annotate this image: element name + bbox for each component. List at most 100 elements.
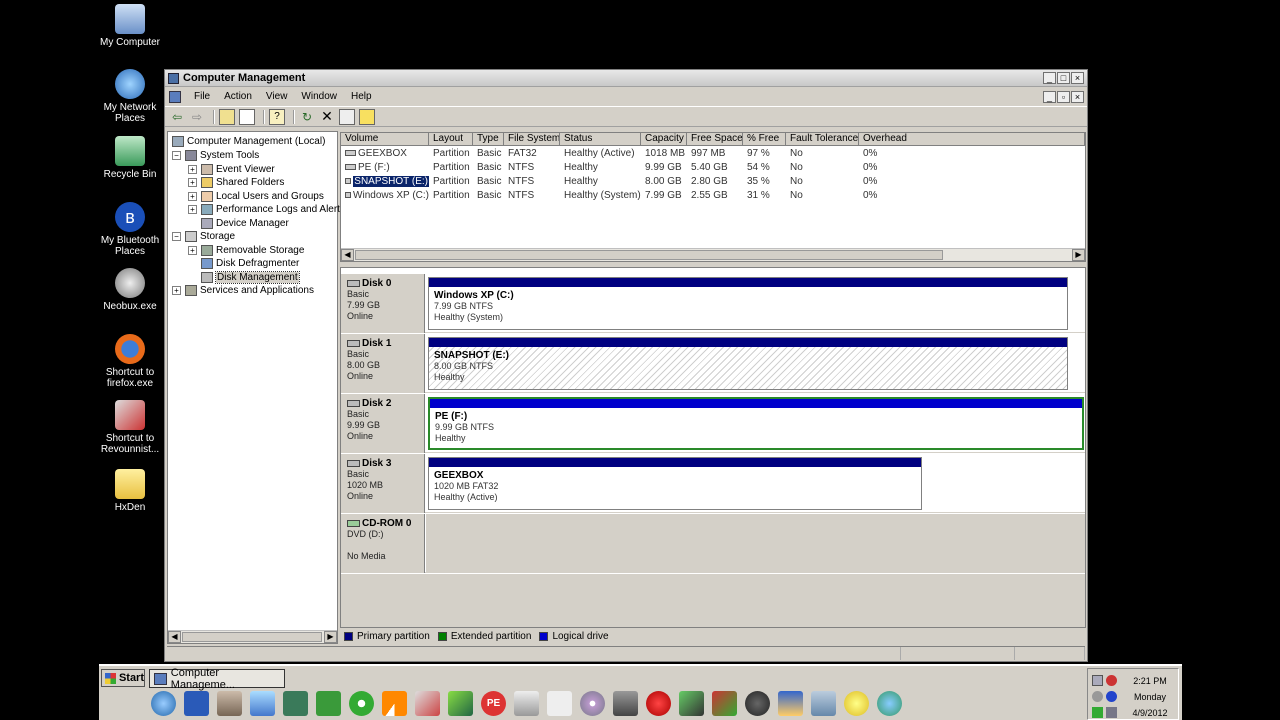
display-icon[interactable] <box>1106 707 1117 718</box>
tree-item-shared-folders[interactable]: + Shared Folders <box>188 176 284 189</box>
vlc-icon[interactable] <box>382 691 407 716</box>
media-player-icon[interactable] <box>349 691 374 716</box>
desktop-icon-firefox[interactable]: Shortcut to firefox.exe <box>99 334 161 389</box>
column-header-volume[interactable]: Volume <box>341 133 429 145</box>
scroll-thumb[interactable] <box>355 250 943 260</box>
volume-icon[interactable] <box>1106 675 1117 686</box>
table-row[interactable]: GEEXBOX Partition Basic FAT32 Healthy (A… <box>341 146 1085 160</box>
acrobat-icon[interactable] <box>184 691 209 716</box>
column-header-type[interactable]: Type <box>473 133 504 145</box>
tree-item-performance-logs[interactable]: + Performance Logs and Alerts <box>188 203 345 216</box>
tree-horizontal-scrollbar[interactable]: ◀ ▶ <box>168 630 337 643</box>
network-tool-icon[interactable] <box>679 691 704 716</box>
column-header-percent-free[interactable]: % Free <box>743 133 786 145</box>
tree-item-disk-management[interactable]: Disk Management <box>201 271 300 284</box>
menu-window[interactable]: Window <box>294 91 344 102</box>
installer-icon[interactable] <box>514 691 539 716</box>
expand-toggle[interactable]: + <box>172 286 181 295</box>
desktop-icon-recycle-bin[interactable]: Recycle Bin <box>99 136 161 180</box>
desktop-icon-network-places[interactable]: My Network Places <box>99 69 161 124</box>
desktop-icon-my-computer[interactable]: My Computer <box>99 4 161 48</box>
record-icon[interactable] <box>646 691 671 716</box>
up-folder-icon[interactable] <box>219 108 235 125</box>
drive-image-icon[interactable] <box>613 691 638 716</box>
cdrom-label[interactable]: CD-ROM 0 DVD (D:) No Media <box>341 514 425 573</box>
clock[interactable]: 2:21 PM Monday 4/9/2012 <box>1120 673 1180 720</box>
expand-toggle[interactable]: + <box>188 205 197 214</box>
scroll-left-arrow-icon[interactable]: ◀ <box>168 631 181 643</box>
smiley-icon[interactable] <box>844 691 869 716</box>
expand-toggle[interactable]: + <box>188 165 197 174</box>
disk-label[interactable]: Disk 3 Basic 1020 MB Online <box>341 454 425 513</box>
desktop-icon-revo[interactable]: Shortcut to Revounnist... <box>99 400 161 455</box>
curve-icon[interactable] <box>547 691 572 716</box>
menu-file[interactable]: File <box>187 91 217 102</box>
cd-burner-icon[interactable] <box>580 691 605 716</box>
child-minimize-button[interactable]: _ <box>1043 90 1056 103</box>
start-button[interactable]: Start <box>101 669 145 687</box>
cdrom-row[interactable]: CD-ROM 0 DVD (D:) No Media <box>341 514 1085 573</box>
bluetooth-tray-icon[interactable] <box>1106 691 1117 702</box>
delete-icon[interactable]: ✕ <box>319 108 335 125</box>
expand-toggle[interactable]: + <box>188 246 197 255</box>
properties-help-icon[interactable]: ? <box>269 108 285 125</box>
menu-action[interactable]: Action <box>217 91 259 102</box>
table-row[interactable]: SNAPSHOT (E:) Partition Basic NTFS Healt… <box>341 174 1085 188</box>
column-header-file-system[interactable]: File System <box>504 133 560 145</box>
sync-icon[interactable] <box>1092 691 1103 702</box>
globe-icon[interactable] <box>877 691 902 716</box>
partition-block-selected[interactable]: PE (F:) 9.99 GB NTFS Healthy <box>428 397 1084 450</box>
table-row[interactable]: Windows XP (C:) Partition Basic NTFS Hea… <box>341 188 1085 202</box>
menu-help[interactable]: Help <box>344 91 379 102</box>
minimize-button[interactable]: _ <box>1043 72 1056 84</box>
back-arrow-icon[interactable]: ⇦ <box>169 109 185 125</box>
tree-item-disk-defragmenter[interactable]: Disk Defragmenter <box>201 257 299 270</box>
child-close-button[interactable]: × <box>1071 90 1084 103</box>
collapse-toggle[interactable]: − <box>172 151 181 160</box>
tree-item-storage[interactable]: − Storage <box>172 230 235 243</box>
disk-label[interactable]: Disk 0 Basic 7.99 GB Online <box>341 274 425 333</box>
shield-icon[interactable] <box>712 691 737 716</box>
refresh-icon[interactable]: ↻ <box>299 109 315 125</box>
properties-icon[interactable] <box>339 108 355 125</box>
disk-row-2[interactable]: Disk 2 Basic 9.99 GB Online PE (F:) 9.99… <box>341 394 1085 453</box>
scroll-right-arrow-icon[interactable]: ▶ <box>1072 249 1085 261</box>
volume-list-horizontal-scrollbar[interactable]: ◀ ▶ <box>341 248 1085 261</box>
mmc-icon[interactable] <box>169 90 181 103</box>
disk-row-3[interactable]: Disk 3 Basic 1020 MB Online GEEXBOX 1020… <box>341 454 1085 513</box>
column-header-status[interactable]: Status <box>560 133 641 145</box>
desktop-icon-bluetooth[interactable]: ʙ My Bluetooth Places <box>99 202 161 257</box>
help-icon[interactable] <box>359 108 375 125</box>
bug-icon[interactable] <box>745 691 770 716</box>
disk-row-0[interactable]: Disk 0 Basic 7.99 GB Online Windows XP (… <box>341 274 1085 333</box>
column-header-layout[interactable]: Layout <box>429 133 473 145</box>
desktop-icon-neobux[interactable]: Neobux.exe <box>99 268 161 312</box>
child-restore-button[interactable]: ▫ <box>1057 90 1070 103</box>
desktop-icon-hxden[interactable]: HxDen <box>99 469 161 513</box>
app-icon[interactable] <box>250 691 275 716</box>
scroll-right-arrow-icon[interactable]: ▶ <box>324 631 337 643</box>
expand-toggle[interactable]: + <box>188 178 197 187</box>
tool-icon[interactable] <box>217 691 242 716</box>
column-header-free-space[interactable]: Free Space <box>687 133 743 145</box>
partition-block[interactable]: Windows XP (C:) 7.99 GB NTFS Healthy (Sy… <box>428 277 1068 330</box>
tree-item-system-tools[interactable]: − System Tools <box>172 149 259 162</box>
partition-block[interactable]: GEEXBOX 1020 MB FAT32 Healthy (Active) <box>428 457 922 510</box>
security-icon[interactable] <box>1092 707 1103 718</box>
disk-tool-icon[interactable] <box>415 691 440 716</box>
tree-item-local-users[interactable]: + Local Users and Groups <box>188 190 324 203</box>
window-tool-icon[interactable] <box>778 691 803 716</box>
tree-item-services[interactable]: + Services and Applications <box>172 284 314 297</box>
taskbar-item-computer-management[interactable]: Computer Manageme... <box>149 667 285 691</box>
close-button[interactable]: × <box>1071 72 1084 84</box>
tree-item-removable-storage[interactable]: + Removable Storage <box>188 244 304 257</box>
column-header-fault-tolerance[interactable]: Fault Tolerance <box>786 133 859 145</box>
scroll-left-arrow-icon[interactable]: ◀ <box>341 249 354 261</box>
maximize-button[interactable]: □ <box>1057 72 1070 84</box>
column-header-capacity[interactable]: Capacity <box>641 133 687 145</box>
tree-item-root[interactable]: Computer Management (Local) <box>172 135 325 148</box>
collapse-toggle[interactable]: − <box>172 232 181 241</box>
network-disconnected-icon[interactable] <box>1092 675 1103 686</box>
pe-builder-icon[interactable]: PE <box>481 691 506 716</box>
disk-label[interactable]: Disk 1 Basic 8.00 GB Online <box>341 334 425 393</box>
